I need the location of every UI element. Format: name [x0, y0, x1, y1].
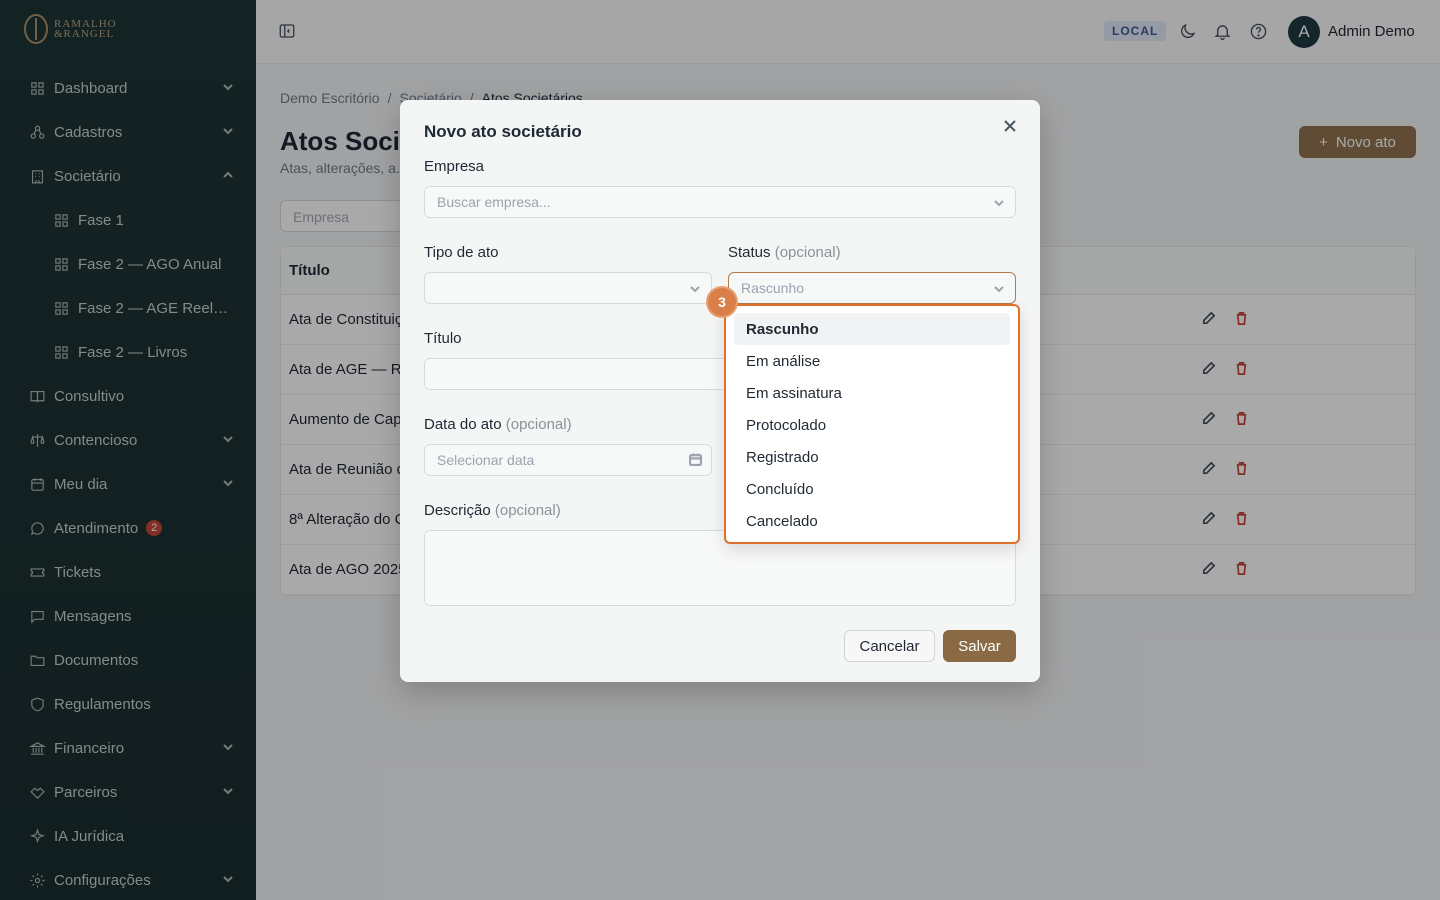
date-placeholder: Selecionar data — [437, 452, 535, 468]
titulo-label: Título — [424, 330, 462, 347]
status-option[interactable]: Protocolado — [734, 409, 1010, 441]
data-label: Data do ato (opcional) — [424, 416, 572, 433]
tipo-select[interactable] — [424, 272, 712, 304]
optional-hint: (opcional) — [505, 416, 572, 433]
status-option[interactable]: Em assinatura — [734, 377, 1010, 409]
status-label-text: Status — [728, 244, 771, 261]
empresa-placeholder: Buscar empresa... — [437, 194, 551, 210]
status-dropdown-menu: Rascunho Em análise Em assinatura Protocola… — [724, 304, 1020, 544]
save-button[interactable]: Salvar — [943, 630, 1016, 662]
chevron-down-icon — [993, 196, 1005, 208]
close-icon[interactable] — [1002, 118, 1022, 138]
step-badge: 3 — [708, 288, 736, 316]
empresa-label: Empresa — [424, 158, 485, 175]
status-option[interactable]: Rascunho — [734, 313, 1010, 345]
optional-hint: (opcional) — [494, 502, 561, 519]
status-option[interactable]: Cancelado — [734, 505, 1010, 537]
status-value: Rascunho — [741, 280, 805, 296]
calendar-icon — [689, 453, 702, 466]
descricao-label-text: Descrição — [424, 502, 491, 519]
data-label-text: Data do ato — [424, 416, 502, 433]
status-option[interactable]: Em análise — [734, 345, 1010, 377]
status-label: Status (opcional) — [728, 244, 841, 261]
modal-title: Novo ato societário — [424, 122, 582, 141]
optional-hint: (opcional) — [774, 244, 841, 261]
empresa-select[interactable]: Buscar empresa... — [424, 186, 1016, 218]
chevron-down-icon — [689, 282, 701, 294]
cancel-button[interactable]: Cancelar — [844, 630, 935, 662]
date-picker[interactable]: Selecionar data — [424, 444, 712, 476]
status-option[interactable]: Registrado — [734, 441, 1010, 473]
status-select[interactable]: Rascunho — [728, 272, 1016, 304]
descricao-label: Descrição (opcional) — [424, 502, 561, 519]
tipo-label: Tipo de ato — [424, 244, 499, 261]
status-option[interactable]: Concluído — [734, 473, 1010, 505]
chevron-down-icon — [993, 282, 1005, 294]
